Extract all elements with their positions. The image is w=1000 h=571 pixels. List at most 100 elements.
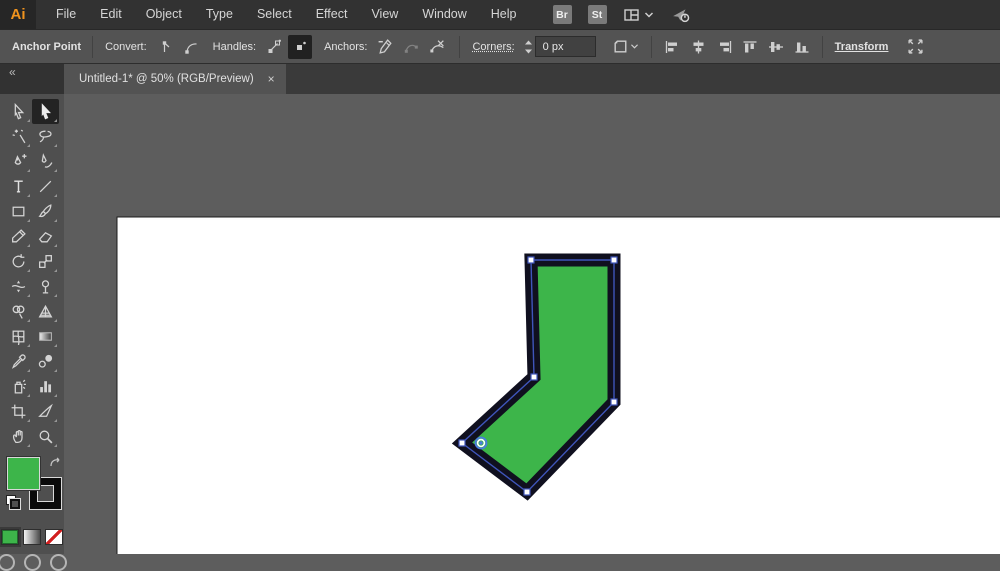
align-bottom-button[interactable] — [790, 35, 814, 59]
scale-tool[interactable] — [32, 249, 59, 274]
corners-label[interactable]: Corners: — [472, 41, 514, 53]
align-top-button[interactable] — [738, 35, 762, 59]
touch-workspace-icon[interactable] — [670, 6, 692, 24]
line-segment-tool-icon — [39, 180, 52, 193]
align-center-horizontal-button[interactable] — [686, 35, 710, 59]
none-button[interactable] — [45, 529, 63, 545]
puppet-warp-tool[interactable] — [32, 274, 59, 299]
show-handles-icon — [268, 39, 282, 53]
paint-style-buttons — [0, 527, 63, 547]
anchor-point[interactable] — [610, 398, 618, 406]
fill-swatch[interactable] — [7, 457, 40, 490]
blend-tool-icon — [38, 354, 53, 368]
mesh-tool[interactable] — [5, 324, 32, 349]
transform-link[interactable]: Transform — [835, 41, 889, 53]
curvature-tool-icon — [41, 153, 53, 168]
connect-endpoints-button[interactable] — [399, 35, 423, 59]
direct-selection-tool[interactable] — [32, 99, 59, 124]
bridge-badge[interactable]: Br — [552, 5, 572, 24]
menu-select[interactable]: Select — [245, 0, 304, 29]
gradient-tool[interactable] — [32, 324, 59, 349]
shaper-tool[interactable] — [5, 224, 32, 249]
separator — [650, 35, 652, 58]
puppet-warp-tool-icon — [41, 280, 50, 294]
anchor-point[interactable] — [523, 488, 531, 496]
stock-badge[interactable]: St — [587, 5, 607, 24]
pen-tool[interactable] — [5, 149, 32, 174]
eyedropper-tool[interactable] — [5, 349, 32, 374]
align-center-horizontal-icon — [693, 40, 704, 53]
rectangle-tool[interactable] — [5, 199, 32, 224]
isolate-object-button[interactable] — [903, 35, 927, 59]
gradient-button[interactable] — [23, 529, 41, 545]
menu-edit[interactable]: Edit — [88, 0, 134, 29]
show-handles-button[interactable] — [262, 35, 286, 59]
zoom-tool[interactable] — [32, 424, 59, 449]
menu-object[interactable]: Object — [134, 0, 194, 29]
type-tool[interactable] — [5, 174, 32, 199]
paintbrush-tool[interactable] — [32, 199, 59, 224]
anchor-point[interactable] — [530, 373, 538, 381]
shape-builder-tool[interactable] — [5, 299, 32, 324]
draw-inside-button[interactable] — [49, 554, 67, 571]
lasso-tool[interactable] — [32, 124, 59, 149]
menu-type[interactable]: Type — [194, 0, 245, 29]
width-tool[interactable] — [5, 274, 32, 299]
menu-window[interactable]: Window — [410, 0, 478, 29]
anchor-point[interactable] — [527, 256, 535, 264]
hand-tool-icon — [12, 429, 23, 443]
illustrator-logo: Ai — [0, 0, 36, 29]
color-button[interactable] — [0, 527, 21, 547]
anchor-point[interactable] — [610, 256, 618, 264]
draw-behind-button[interactable] — [23, 554, 41, 571]
line-segment-tool[interactable] — [32, 174, 59, 199]
anchor-point[interactable] — [458, 439, 466, 447]
workspace-layout-icon — [623, 8, 639, 21]
corners-input[interactable]: 0 px — [534, 36, 596, 57]
convert-to-corner-button[interactable] — [153, 35, 177, 59]
select-similar-button[interactable] — [609, 35, 643, 59]
close-icon[interactable]: × — [268, 72, 275, 86]
toolbar-collapse[interactable]: « — [0, 64, 64, 94]
eraser-tool-icon — [38, 231, 53, 243]
default-fill-stroke-icon[interactable] — [6, 495, 21, 510]
workspace-switcher[interactable] — [623, 7, 654, 23]
eraser-tool[interactable] — [32, 224, 59, 249]
hand-tool[interactable] — [5, 424, 32, 449]
swap-fill-stroke-icon[interactable] — [49, 457, 62, 470]
align-buttons — [659, 35, 815, 59]
collapse-chevrons-icon: « — [9, 65, 16, 79]
menu-view[interactable]: View — [359, 0, 410, 29]
cut-path-button[interactable] — [425, 35, 449, 59]
perspective-grid-tool[interactable] — [32, 299, 59, 324]
align-left-button[interactable] — [660, 35, 684, 59]
column-graph-tool[interactable] — [32, 374, 59, 399]
convert-to-smooth-button[interactable] — [179, 35, 203, 59]
rotate-tool-icon — [12, 254, 25, 268]
artboard-tool[interactable] — [5, 399, 32, 424]
separator — [821, 35, 823, 58]
menu-help[interactable]: Help — [479, 0, 529, 29]
slice-tool-icon — [38, 403, 53, 417]
align-middle-vertical-button[interactable] — [764, 35, 788, 59]
canvas-area[interactable] — [64, 94, 1000, 554]
slice-tool[interactable] — [32, 399, 59, 424]
blend-tool[interactable] — [32, 349, 59, 374]
magic-wand-tool[interactable] — [5, 124, 32, 149]
corners-stepper[interactable] — [524, 39, 533, 55]
lasso-tool-icon — [39, 130, 52, 143]
selection-tool[interactable] — [5, 99, 32, 124]
artboard-tool-icon — [11, 404, 26, 419]
hide-handles-button[interactable] — [288, 34, 313, 59]
curvature-tool[interactable] — [32, 149, 59, 174]
align-right-button[interactable] — [712, 35, 736, 59]
draw-normal-button[interactable] — [0, 554, 15, 571]
menu-file[interactable]: File — [44, 0, 88, 29]
symbol-sprayer-tool-icon — [14, 379, 26, 394]
remove-anchor-button[interactable] — [373, 35, 397, 59]
menu-effect[interactable]: Effect — [304, 0, 360, 29]
symbol-sprayer-tool[interactable] — [5, 374, 32, 399]
document-tab[interactable]: Untitled-1* @ 50% (RGB/Preview) × — [64, 64, 286, 94]
rotate-tool[interactable] — [5, 249, 32, 274]
chevron-down-icon — [644, 11, 653, 18]
